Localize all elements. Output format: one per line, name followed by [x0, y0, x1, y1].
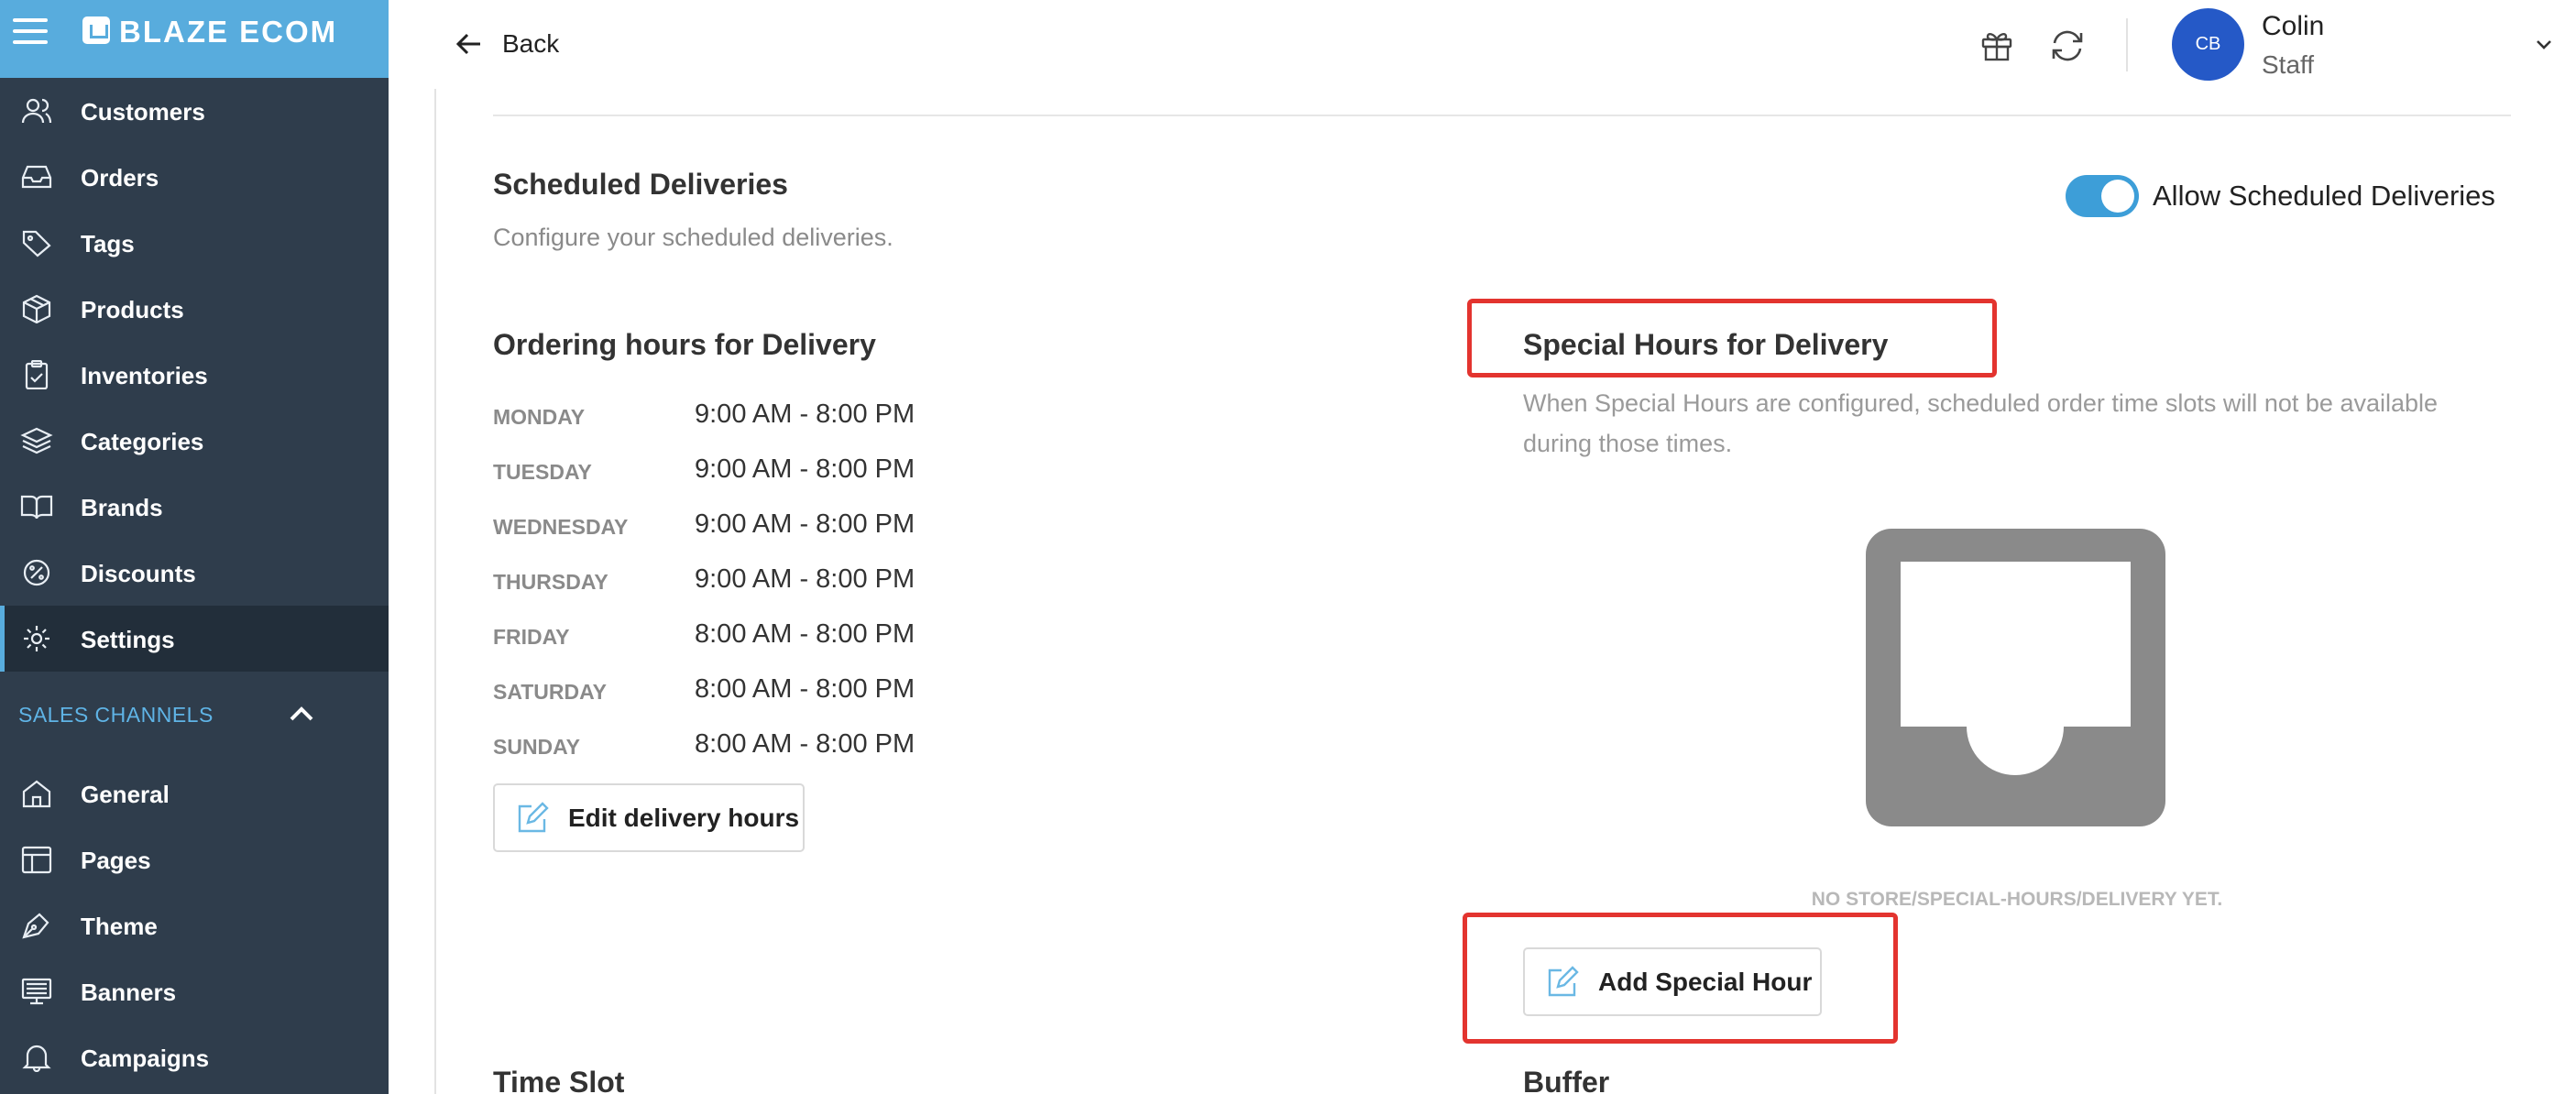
sidebar-item-settings[interactable]: Settings [0, 606, 389, 672]
sidebar-item-brands[interactable]: Brands [0, 474, 389, 540]
sidebar-item-discounts[interactable]: Discounts [0, 540, 389, 606]
hours-value: 9:00 AM - 8:00 PM [695, 399, 915, 429]
time-slot-title: Time Slot [493, 1066, 625, 1094]
percent-icon [23, 559, 50, 586]
hours-row: FRIDAY 8:00 AM - 8:00 PM [493, 618, 1135, 654]
hours-row: WEDNESDAY 9:00 AM - 8:00 PM [493, 508, 1135, 544]
hours-value: 8:00 AM - 8:00 PM [695, 729, 915, 759]
user-name[interactable]: Colin [2262, 11, 2324, 42]
sidebar-item-label: Orders [81, 164, 159, 191]
section-divider [493, 115, 2511, 116]
scheduled-deliveries-subtitle: Configure your scheduled deliveries. [493, 224, 893, 251]
avatar[interactable]: CB [2172, 8, 2244, 81]
hours-value: 8:00 AM - 8:00 PM [695, 674, 915, 704]
allow-scheduled-deliveries-label: Allow Scheduled Deliveries [2153, 180, 2495, 212]
sidebar-item-label: Campaigns [81, 1045, 210, 1072]
highlight-box-special-hours-title [1467, 299, 1997, 377]
back-label: Back [502, 29, 560, 58]
hours-row: THURSDAY 9:00 AM - 8:00 PM [493, 563, 1135, 599]
allow-scheduled-deliveries-toggle[interactable] [2066, 175, 2139, 217]
book-icon [20, 495, 53, 520]
day-label: FRIDAY [493, 625, 570, 649]
sidebar-item-label: Categories [81, 428, 204, 455]
layers-icon [20, 427, 53, 454]
layout-icon [21, 846, 52, 874]
monitor-icon [21, 978, 52, 1005]
sales-channels-title: SALES CHANNELS [18, 703, 214, 727]
sidebar-item-products[interactable]: Products [0, 276, 389, 342]
sidebar-item-orders[interactable]: Orders [0, 144, 389, 210]
day-label: TUESDAY [493, 460, 592, 484]
sidebar-item-label: Theme [81, 913, 158, 940]
brand-name: BLAZE ECOM [119, 15, 338, 49]
gift-icon[interactable] [1979, 27, 2014, 62]
edit-delivery-hours-label: Edit delivery hours [568, 803, 800, 832]
hours-value: 9:00 AM - 8:00 PM [695, 509, 915, 539]
sidebar-item-general[interactable]: General [0, 760, 389, 826]
clipboard-icon [25, 360, 49, 389]
empty-state-text: NO STORE/SPECIAL-HOURS/DELIVERY YET. [1811, 889, 2223, 910]
highlight-box-add-special-hour [1463, 913, 1898, 1044]
day-label: WEDNESDAY [493, 515, 629, 539]
day-label: SATURDAY [493, 680, 607, 704]
box-icon [22, 294, 51, 323]
buffer-title: Buffer [1523, 1066, 1610, 1094]
sidebar-item-categories[interactable]: Categories [0, 408, 389, 474]
sidebar: BLAZE ECOM Customers Orders Tags Product… [0, 0, 389, 1094]
sidebar-item-label: Inventories [81, 362, 208, 389]
day-label: SUNDAY [493, 735, 581, 759]
edit-icon [518, 801, 549, 832]
sidebar-item-theme[interactable]: Theme [0, 892, 389, 958]
chevron-up-icon[interactable] [286, 698, 317, 729]
scheduled-deliveries-title: Scheduled Deliveries [493, 168, 788, 201]
hours-value: 8:00 AM - 8:00 PM [695, 619, 915, 649]
cart-logo-icon [82, 16, 110, 44]
sidebar-item-label: Products [81, 296, 184, 323]
inbox-icon [21, 165, 52, 189]
bell-icon [22, 1045, 51, 1072]
edit-delivery-hours-button[interactable]: Edit delivery hours [493, 783, 805, 852]
sidebar-item-label: Brands [81, 494, 163, 521]
sidebar-item-label: Tags [81, 230, 135, 257]
sidebar-item-pages[interactable]: Pages [0, 826, 389, 892]
hours-value: 9:00 AM - 8:00 PM [695, 454, 915, 484]
home-icon [22, 780, 51, 808]
gear-icon [24, 626, 49, 651]
users-icon [21, 98, 52, 124]
sidebar-item-label: General [81, 781, 170, 808]
hamburger-menu-icon[interactable] [13, 18, 48, 44]
sidebar-item-label: Settings [81, 626, 175, 653]
tag-icon [22, 230, 51, 257]
sidebar-item-label: Customers [81, 98, 205, 126]
sidebar-item-customers[interactable]: Customers [0, 78, 389, 144]
sidebar-item-label: Pages [81, 847, 151, 874]
refresh-icon[interactable] [2049, 27, 2086, 64]
sidebar-item-inventories[interactable]: Inventories [0, 342, 389, 408]
sidebar-item-label: Banners [81, 979, 177, 1006]
sidebar-item-banners[interactable]: Banners [0, 958, 389, 1024]
sidebar-item-campaigns[interactable]: Campaigns [0, 1024, 389, 1090]
top-header [389, 0, 2576, 89]
day-label: THURSDAY [493, 570, 608, 594]
ordering-hours-title: Ordering hours for Delivery [493, 328, 876, 361]
header-divider [2126, 18, 2128, 71]
sidebar-item-label: Discounts [81, 560, 196, 587]
hours-row: SATURDAY 8:00 AM - 8:00 PM [493, 673, 1135, 709]
chevron-down-icon[interactable] [2533, 33, 2555, 55]
user-role: Staff [2262, 50, 2315, 79]
empty-inbox-icon [1866, 529, 2165, 826]
hours-row: MONDAY 9:00 AM - 8:00 PM [493, 398, 1135, 434]
day-label: MONDAY [493, 405, 586, 429]
pen-icon [22, 913, 49, 939]
hours-row: TUESDAY 9:00 AM - 8:00 PM [493, 453, 1135, 489]
back-button[interactable]: Back [455, 26, 559, 62]
brand-bar: BLAZE ECOM [0, 0, 389, 78]
hours-value: 9:00 AM - 8:00 PM [695, 564, 915, 594]
sidebar-item-tags[interactable]: Tags [0, 210, 389, 276]
special-hours-description: When Special Hours are configured, sched… [1523, 389, 2439, 457]
hours-row: SUNDAY 8:00 AM - 8:00 PM [493, 728, 1135, 764]
arrow-left-icon [455, 33, 480, 55]
